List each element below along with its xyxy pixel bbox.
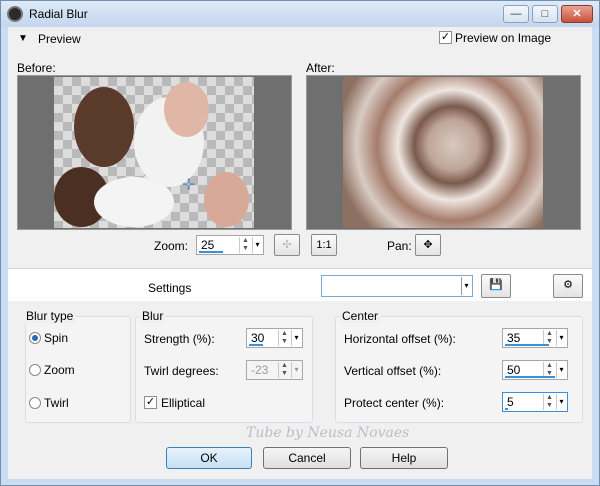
save-icon[interactable]: 💾 — [481, 274, 511, 298]
elliptical-checkbox[interactable]: ✓ — [144, 396, 157, 409]
protect-center-spinner[interactable]: 5 ▲ ▼ ▾ — [502, 392, 568, 412]
window-title: Radial Blur — [29, 7, 88, 21]
app-icon — [7, 6, 23, 22]
blur-type-title: Blur type — [23, 309, 77, 323]
preview-toggle-label[interactable]: Preview — [38, 32, 81, 46]
before-preview[interactable]: ✛ — [17, 75, 292, 230]
after-image — [343, 77, 543, 228]
crosshair-icon[interactable]: ✛ — [182, 175, 195, 195]
after-preview[interactable] — [306, 75, 581, 230]
elliptical-label[interactable]: Elliptical — [161, 396, 205, 410]
spin-arrows-icon[interactable]: ▲ ▼ — [543, 394, 555, 410]
face-shape-2 — [204, 172, 249, 227]
twirl-degrees-value[interactable]: -23 — [251, 363, 268, 377]
zoom-radio-label[interactable]: Zoom — [44, 363, 75, 377]
close-button[interactable]: ✕ — [561, 5, 593, 23]
v-offset-value[interactable]: 50 — [507, 363, 520, 377]
presets-icon[interactable]: ⚙ — [553, 274, 583, 298]
spin-arrows-icon[interactable]: ▲ ▼ — [239, 237, 251, 253]
twirl-label[interactable]: Twirl — [44, 396, 69, 410]
spin-label[interactable]: Spin — [44, 331, 68, 345]
face-shape — [164, 82, 209, 137]
strength-value[interactable]: 30 — [251, 331, 264, 345]
before-label: Before: — [17, 61, 56, 75]
dialog-body: ▼ Preview ✓ Preview on Image Before: Aft… — [8, 27, 592, 479]
twirl-radio[interactable] — [29, 397, 41, 409]
dropdown-arrow-icon[interactable]: ▾ — [556, 362, 566, 378]
watermark: Tube by Neusa Novaes — [246, 425, 410, 441]
strength-label: Strength (%): — [144, 332, 215, 346]
collapse-triangle-icon[interactable]: ▼ — [18, 33, 28, 44]
one-to-one-button[interactable]: 1:1 — [311, 234, 337, 256]
minimize-button[interactable]: — — [503, 5, 529, 23]
before-image: ✛ — [54, 77, 254, 228]
dropdown-arrow-icon[interactable]: ▾ — [461, 277, 471, 295]
zoom-radio[interactable] — [29, 364, 41, 376]
v-offset-label: Vertical offset (%): — [344, 364, 442, 378]
dropdown-arrow-icon[interactable]: ▾ — [556, 330, 566, 346]
settings-label: Settings — [148, 281, 192, 295]
twirl-degrees-spinner[interactable]: -23 ▲ ▼ ▾ — [246, 360, 303, 380]
protect-center-value[interactable]: 5 — [507, 395, 514, 409]
dropdown-arrow-icon[interactable]: ▾ — [291, 362, 301, 378]
pan-label: Pan: — [387, 239, 412, 253]
strength-bar — [249, 344, 263, 346]
h-offset-label: Horizontal offset (%): — [344, 332, 456, 346]
v-offset-bar — [505, 376, 555, 378]
spin-radio[interactable] — [29, 332, 41, 344]
preview-on-image-checkbox[interactable]: ✓ — [439, 31, 452, 44]
dropdown-arrow-icon[interactable]: ▾ — [291, 330, 301, 346]
maximize-button[interactable]: □ — [532, 5, 558, 23]
zoom-bar — [199, 251, 223, 253]
sweater-shape-2 — [94, 177, 174, 227]
zoom-value[interactable]: 25 — [201, 238, 214, 252]
hair-shape — [74, 87, 134, 167]
protect-center-bar — [505, 408, 508, 410]
cancel-button[interactable]: Cancel — [263, 447, 351, 469]
zoom-label: Zoom: — [154, 239, 189, 253]
center-title: Center — [339, 309, 382, 323]
title-bar[interactable]: Radial Blur — □ ✕ — [1, 1, 599, 27]
pan-cross-icon[interactable]: ✥ — [415, 234, 441, 256]
dropdown-arrow-icon[interactable]: ▾ — [556, 394, 566, 410]
blur-title: Blur — [139, 309, 167, 323]
v-offset-spinner[interactable]: 50 ▲ ▼ ▾ — [502, 360, 568, 380]
strength-spinner[interactable]: 30 ▲ ▼ ▾ — [246, 328, 303, 348]
after-label: After: — [306, 61, 335, 75]
h-offset-bar — [505, 344, 549, 346]
fit-icon[interactable]: ✣ — [274, 234, 300, 256]
radial-blur-window: Radial Blur — □ ✕ ▼ Preview ✓ Preview on… — [0, 0, 600, 486]
presets-dropdown[interactable]: ▾ — [321, 275, 473, 297]
h-offset-spinner[interactable]: 35 ▲ ▼ ▾ — [502, 328, 568, 348]
preview-on-image-label: Preview on Image — [455, 31, 552, 45]
spin-arrows-icon[interactable]: ▲ ▼ — [278, 330, 290, 346]
ok-button[interactable]: OK — [166, 447, 252, 469]
dropdown-arrow-icon[interactable]: ▾ — [252, 237, 262, 253]
zoom-spinner[interactable]: 25 ▲ ▼ ▾ — [196, 235, 264, 255]
twirl-degrees-label: Twirl degrees: — [144, 364, 219, 378]
protect-center-label: Protect center (%): — [344, 396, 445, 410]
h-offset-value[interactable]: 35 — [507, 331, 520, 345]
help-button[interactable]: Help — [360, 447, 448, 469]
spin-arrows-icon[interactable]: ▲ ▼ — [278, 362, 290, 378]
